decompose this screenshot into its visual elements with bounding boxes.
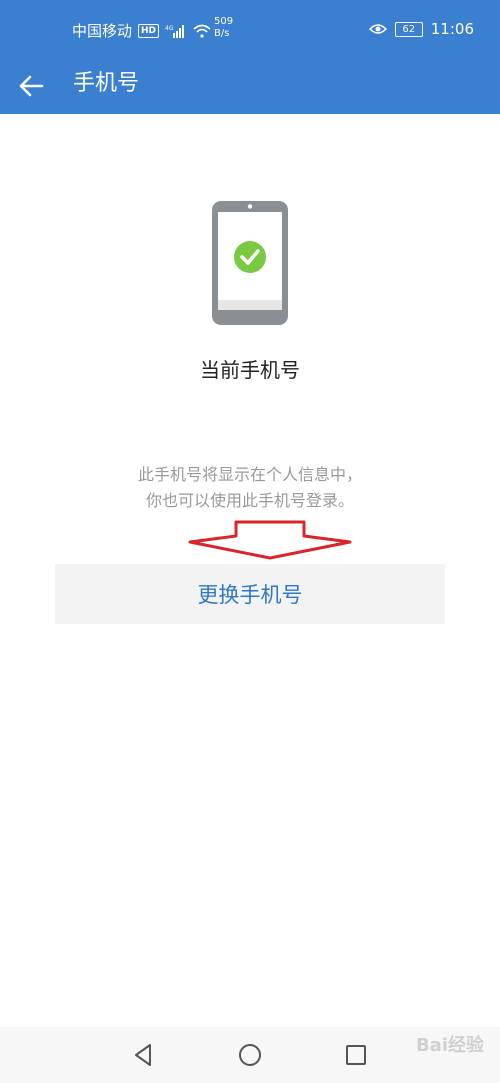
- header-bar: 中国移动 HD 4G 509 B/s 62 11:06 手机号: [0, 0, 500, 114]
- annotation-arrow: [188, 520, 352, 564]
- app-bar: 手机号: [0, 58, 500, 114]
- info-line-1: 此手机号将显示在个人信息中，: [137, 465, 362, 484]
- status-bar: 中国移动 HD 4G 509 B/s 62 11:06: [0, 0, 500, 58]
- circle-home-icon: [239, 1044, 261, 1066]
- svg-text:4G: 4G: [165, 25, 174, 32]
- nav-back-button[interactable]: [130, 1041, 158, 1069]
- net-speed-unit: B/s: [214, 28, 230, 39]
- system-nav-bar: Bai经验: [0, 1027, 500, 1083]
- page-title: 手机号: [73, 71, 140, 96]
- nav-recents-button[interactable]: [342, 1041, 370, 1069]
- status-left: 中国移动 HD 4G: [72, 20, 211, 41]
- eye-icon: [368, 24, 387, 34]
- signal-icon: 4G: [165, 24, 185, 38]
- phone-check-icon: [212, 201, 288, 325]
- wifi-icon: [193, 24, 211, 38]
- hd-badge: HD: [138, 23, 160, 38]
- battery-indicator: 62: [394, 21, 423, 37]
- info-text: 此手机号将显示在个人信息中， 你也可以使用此手机号登录。: [0, 462, 500, 514]
- clock: 11:06: [430, 20, 474, 38]
- info-line-2: 你也可以使用此手机号登录。: [145, 491, 354, 510]
- net-speed-value: 509: [214, 16, 234, 27]
- current-phone-label: 当前手机号: [200, 358, 300, 382]
- back-arrow-icon: [19, 75, 44, 97]
- triangle-back-icon: [135, 1044, 151, 1066]
- net-speed: 509 B/s: [214, 16, 233, 40]
- back-button[interactable]: [14, 66, 54, 106]
- square-recents-icon: [346, 1045, 366, 1065]
- phone-illustration: [211, 200, 289, 330]
- change-phone-button[interactable]: 更换手机号: [55, 564, 445, 624]
- status-right: 62 11:06: [368, 20, 474, 38]
- down-arrow-annotation-icon: [188, 520, 352, 560]
- baidu-watermark: Bai经验: [415, 1035, 484, 1056]
- carrier-label: 中国移动: [72, 22, 133, 40]
- nav-home-button[interactable]: [236, 1041, 264, 1069]
